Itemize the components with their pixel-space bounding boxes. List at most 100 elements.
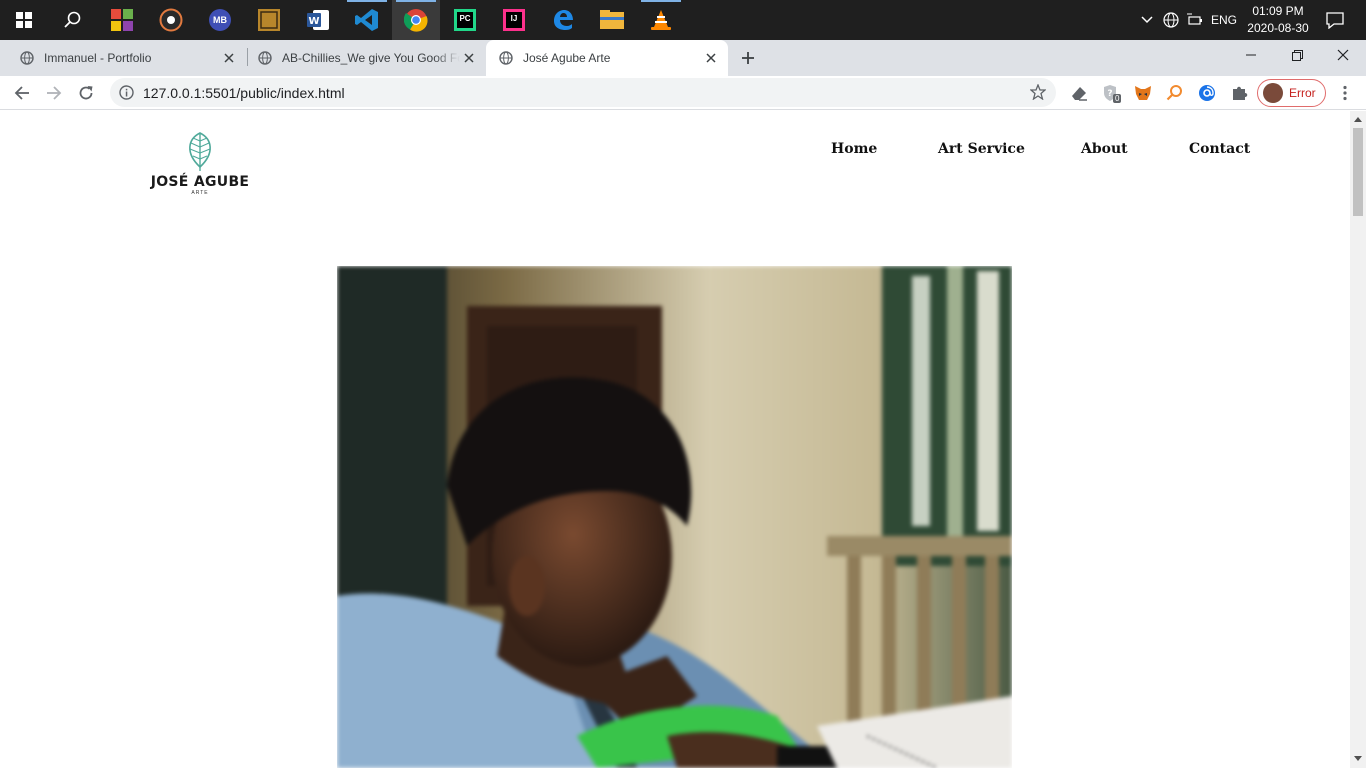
tab-ab-chillies[interactable]: AB-Chillies_We give You Good Food	[238, 40, 486, 76]
minimize-button[interactable]	[1228, 40, 1274, 70]
nav-contact[interactable]: Contact	[1189, 141, 1250, 157]
reload-button[interactable]	[71, 78, 101, 108]
magnifier-extension[interactable]	[1163, 81, 1187, 105]
forward-button[interactable]	[39, 78, 69, 108]
svg-text:W: W	[308, 16, 319, 27]
taskbar-intellij-app[interactable]: IJ	[490, 0, 538, 40]
close-icon	[1337, 49, 1349, 61]
profile-error-button[interactable]: Error	[1257, 79, 1326, 107]
groove-icon	[159, 8, 183, 32]
taskbar-chrome-app[interactable]	[392, 0, 440, 40]
office-icon	[111, 9, 133, 31]
taskbar-edge-app[interactable]	[539, 0, 587, 40]
taskbar-explorer-app[interactable]	[588, 0, 636, 40]
dds-icon	[258, 9, 280, 31]
taskbar-dds-app[interactable]	[245, 0, 293, 40]
tab-separator	[247, 48, 248, 66]
globe-icon	[258, 51, 272, 65]
tab-jose-agube-arte[interactable]: José Agube Arte	[486, 40, 728, 76]
taskbar-office-app[interactable]	[98, 0, 146, 40]
taskbar-vscode-app[interactable]	[343, 0, 391, 40]
clock-date: 2020-08-30	[1247, 21, 1309, 35]
tray-power[interactable]	[1184, 0, 1206, 40]
profile-label: Error	[1289, 86, 1316, 100]
scroll-thumb[interactable]	[1353, 128, 1363, 216]
tab-title: AB-Chillies_We give You Good Food	[282, 51, 460, 65]
close-tab-icon[interactable]	[460, 49, 478, 67]
page-scrollbar[interactable]	[1350, 111, 1366, 768]
shield-extension[interactable]: ? 0	[1099, 81, 1123, 105]
nav-home[interactable]: Home	[831, 141, 877, 157]
plus-icon	[742, 52, 754, 64]
mb-label: MB	[213, 15, 227, 25]
taskbar-search-button[interactable]	[48, 0, 96, 40]
url-text: 127.0.0.1:5501/public/index.html	[143, 85, 345, 101]
tray-overflow[interactable]	[1136, 0, 1158, 40]
taskbar-word-app[interactable]: W	[294, 0, 342, 40]
browser-tab-strip: Immanuel - Portfolio AB-Chillies_We give…	[0, 40, 1366, 76]
browser-menu-button[interactable]	[1333, 81, 1357, 105]
taskbar-groove-app[interactable]	[147, 0, 195, 40]
taskbar-pycharm-app[interactable]: PC	[441, 0, 489, 40]
chevron-up-icon	[1141, 16, 1153, 24]
extension-badge: 0	[1113, 94, 1122, 103]
tray-network[interactable]	[1160, 0, 1182, 40]
scroll-up-arrow-icon[interactable]	[1354, 117, 1362, 122]
reload-icon	[79, 86, 93, 100]
language-label: ENG	[1210, 13, 1237, 27]
info-icon[interactable]	[119, 85, 134, 103]
kebab-menu-icon	[1343, 85, 1347, 101]
globe-icon	[1163, 12, 1179, 28]
search-icon	[64, 11, 81, 28]
edge-icon	[554, 10, 573, 30]
logo-subtitle: ARTE	[191, 190, 209, 196]
hero-photo	[337, 266, 1012, 768]
svg-text:?: ?	[1107, 89, 1112, 99]
at-extension[interactable]	[1195, 81, 1219, 105]
eraser-icon	[1072, 87, 1087, 101]
eraser-extension[interactable]	[1067, 81, 1091, 105]
close-tab-icon[interactable]	[702, 49, 720, 67]
leaf-logo-icon	[189, 132, 211, 171]
puzzle-icon	[1233, 86, 1248, 100]
extensions-button[interactable]	[1227, 81, 1251, 105]
intellij-label: IJ	[510, 13, 518, 23]
tray-language[interactable]: ENG	[1208, 0, 1240, 40]
close-window-button[interactable]	[1320, 40, 1366, 70]
logo-name: JOSÉ AGUBE	[150, 174, 250, 190]
windows-start-icon	[16, 12, 32, 28]
scroll-down-arrow-icon[interactable]	[1354, 756, 1362, 761]
windows-taskbar: MB W PC IJ ENG 01:09 PM 2020-08-30	[0, 0, 1366, 40]
taskbar-mb-app[interactable]: MB	[196, 0, 244, 40]
close-tab-icon[interactable]	[220, 49, 238, 67]
vlc-icon	[651, 10, 671, 30]
notification-icon	[1326, 11, 1344, 29]
tab-title: José Agube Arte	[523, 51, 611, 65]
taskbar-clock[interactable]: 01:09 PM 2020-08-30	[1240, 3, 1316, 37]
new-tab-button[interactable]	[733, 40, 763, 76]
at-sign-icon	[1199, 85, 1215, 101]
globe-icon	[20, 51, 34, 65]
battery-plug-icon	[1187, 13, 1202, 25]
browser-toolbar: 127.0.0.1:5501/public/index.html ? 0 Err…	[0, 76, 1366, 110]
word-icon: W	[307, 10, 329, 30]
man-reading-photo	[337, 266, 1012, 768]
tab-portfolio[interactable]: Immanuel - Portfolio	[0, 40, 246, 76]
minimize-icon	[1246, 54, 1256, 56]
metamask-extension[interactable]	[1131, 81, 1155, 105]
back-button[interactable]	[7, 78, 37, 108]
arrow-right-icon	[47, 86, 62, 100]
nav-art-service[interactable]: Art Service	[938, 141, 1025, 157]
nav-about[interactable]: About	[1081, 141, 1128, 157]
pycharm-label: PC	[459, 13, 471, 23]
restore-button[interactable]	[1274, 40, 1320, 70]
action-center-button[interactable]	[1320, 0, 1350, 40]
start-button[interactable]	[0, 0, 48, 40]
fox-icon	[1135, 86, 1151, 100]
address-bar[interactable]: 127.0.0.1:5501/public/index.html	[110, 78, 1056, 107]
arrow-left-icon	[14, 86, 29, 100]
site-logo[interactable]: JOSÉ AGUBE ARTE	[138, 131, 262, 196]
magnifier-icon	[1166, 85, 1182, 101]
bookmark-star-icon[interactable]	[1029, 83, 1047, 103]
taskbar-vlc-app[interactable]	[637, 0, 685, 40]
